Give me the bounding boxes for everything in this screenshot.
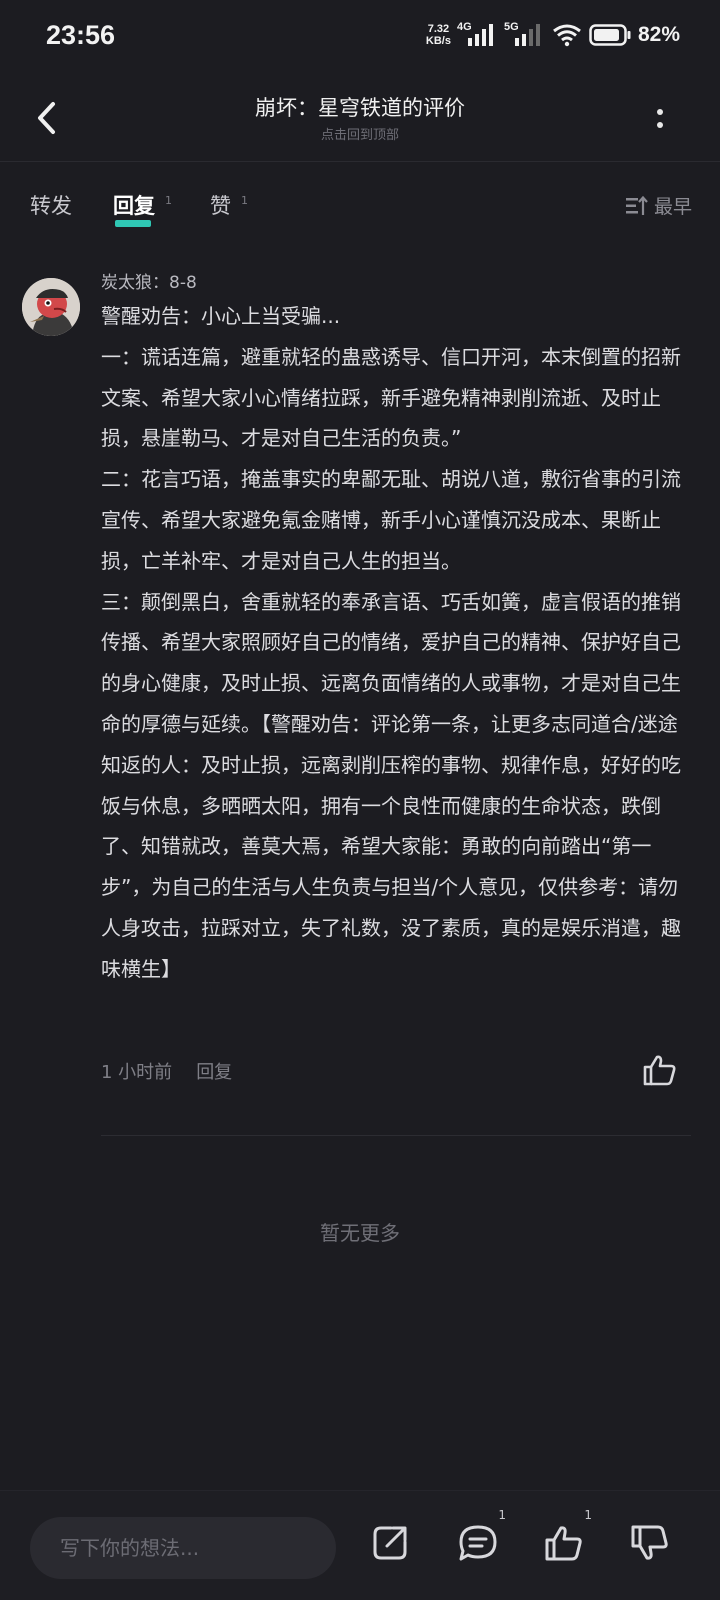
tab-active-indicator <box>115 220 151 227</box>
thumbs-up-icon <box>643 1055 676 1086</box>
sort-icon <box>625 195 648 215</box>
tab-bar: 转发 回复 1 赞 1 最早 <box>0 178 720 234</box>
sort-label: 最早 <box>653 196 692 218</box>
like-button[interactable]: 1 <box>542 1508 592 1565</box>
header: 崩坏：星穹铁道的评价 点击回到顶部 <box>0 78 720 162</box>
tab-likes[interactable]: 赞 1 <box>210 190 248 220</box>
share-button[interactable] <box>368 1521 412 1565</box>
tab-replies[interactable]: 回复 1 <box>113 190 172 227</box>
avatar[interactable] <box>22 278 80 336</box>
status-bar: 23:56 7.32 KB/s 4G 5G 82% <box>0 0 720 70</box>
reply-button[interactable]: 回复 <box>196 1058 232 1084</box>
comment-time: 1 小时前 <box>101 1062 173 1083</box>
net-speed-unit: KB/s <box>425 35 451 47</box>
comment-count: 1 <box>498 1508 506 1522</box>
tab-likes-label: 赞 <box>210 194 231 218</box>
comment-like-button[interactable] <box>640 1050 680 1090</box>
net-speed-value: 7.32 <box>427 23 450 35</box>
comment-input[interactable]: 写下你的想法... <box>30 1517 336 1579</box>
comment-icon <box>459 1525 497 1561</box>
comment-author[interactable]: 炭太狼：8-8 <box>101 270 691 296</box>
battery-percent: 82% <box>637 23 680 46</box>
sim1-label: 4G <box>456 21 472 33</box>
status-time: 23:56 <box>46 19 116 50</box>
signal-4g-icon: 4G <box>456 21 498 48</box>
comment-button[interactable]: 1 <box>456 1508 506 1565</box>
share-icon <box>373 1526 407 1560</box>
comment-body: 炭太狼：8-8 警醒劝告：小心上当受骗... 一：谎话连篇，避重就轻的蛊惑诱导、… <box>101 270 691 990</box>
battery-icon <box>589 24 631 46</box>
sort-button[interactable]: 最早 <box>625 192 692 219</box>
like-count: 1 <box>584 1508 592 1522</box>
bottom-bar: 写下你的想法... 1 1 <box>0 1490 720 1600</box>
network-speed: 7.32 KB/s <box>426 23 451 47</box>
divider <box>101 1135 691 1136</box>
tab-forward-label: 转发 <box>30 194 72 218</box>
dislike-button[interactable] <box>628 1521 672 1565</box>
tab-forward[interactable]: 转发 <box>30 190 72 220</box>
signal-5g-icon: 5G <box>503 21 545 48</box>
more-vertical-icon[interactable] <box>650 100 670 136</box>
wifi-icon <box>553 24 581 47</box>
thumbs-down-icon <box>631 1525 668 1560</box>
comment-meta: 1 小时前 回复 <box>101 1058 232 1084</box>
comment-text: 警醒劝告：小心上当受骗... 一：谎话连篇，避重就轻的蛊惑诱导、信口开河，本末倒… <box>101 304 681 981</box>
thumbs-up-icon <box>545 1526 582 1561</box>
page-title[interactable]: 崩坏：星穹铁道的评价 <box>0 92 720 122</box>
tab-likes-count: 1 <box>241 194 248 207</box>
tab-replies-count: 1 <box>165 194 172 207</box>
tab-replies-label: 回复 <box>113 194 155 218</box>
sim2-label: 5G <box>503 21 519 33</box>
scroll-to-top-hint[interactable]: 点击回到顶部 <box>0 124 720 143</box>
status-icons: 7.32 KB/s 4G 5G 82% <box>426 21 680 48</box>
no-more-text: 暂无更多 <box>320 1221 400 1245</box>
